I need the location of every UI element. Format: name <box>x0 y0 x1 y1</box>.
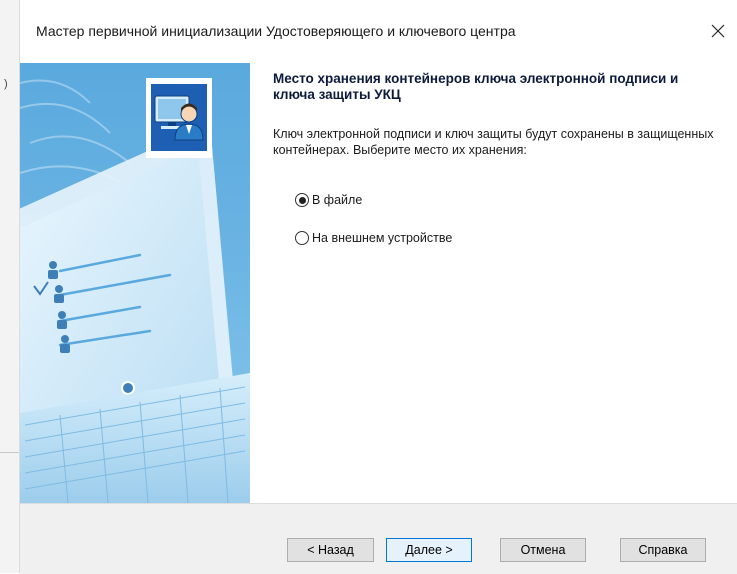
storage-option-external-device-label: На внешнем устройстве <box>312 231 453 245</box>
radio-button-external-device[interactable] <box>295 231 309 245</box>
wizard-footer: < Назад Далее > Отмена Справка <box>20 503 737 574</box>
user-computer-icon <box>154 95 204 141</box>
storage-option-file-label: В файле <box>312 193 363 207</box>
close-button[interactable] <box>699 14 737 48</box>
edge-divider <box>0 452 19 453</box>
help-button[interactable]: Справка <box>620 538 706 562</box>
computer-monitor-illustration <box>20 79 250 503</box>
back-button[interactable]: < Назад <box>287 538 374 562</box>
title-bar: Мастер первичной инициализации Удостовер… <box>20 0 737 63</box>
radio-button-file[interactable] <box>295 193 309 207</box>
background-window-edge: ) <box>0 0 20 573</box>
wizard-illustration <box>20 63 250 503</box>
wizard-icon-frame <box>146 78 212 158</box>
page-description: Ключ электронной подписи и ключ защиты б… <box>273 127 714 157</box>
cancel-button[interactable]: Отмена <box>500 538 586 562</box>
storage-option-file[interactable]: В файле <box>295 193 362 207</box>
edge-mark: ) <box>4 78 8 90</box>
storage-option-external-device[interactable]: На внешнем устройстве <box>295 231 452 245</box>
close-icon <box>711 24 725 38</box>
page-heading: Место хранения контейнеров ключа электро… <box>273 71 679 102</box>
wizard-content: Место хранения контейнеров ключа электро… <box>250 63 737 503</box>
radio-selected-dot <box>298 196 306 204</box>
next-button[interactable]: Далее > <box>386 538 472 562</box>
window-title: Мастер первичной инициализации Удостовер… <box>36 23 516 39</box>
